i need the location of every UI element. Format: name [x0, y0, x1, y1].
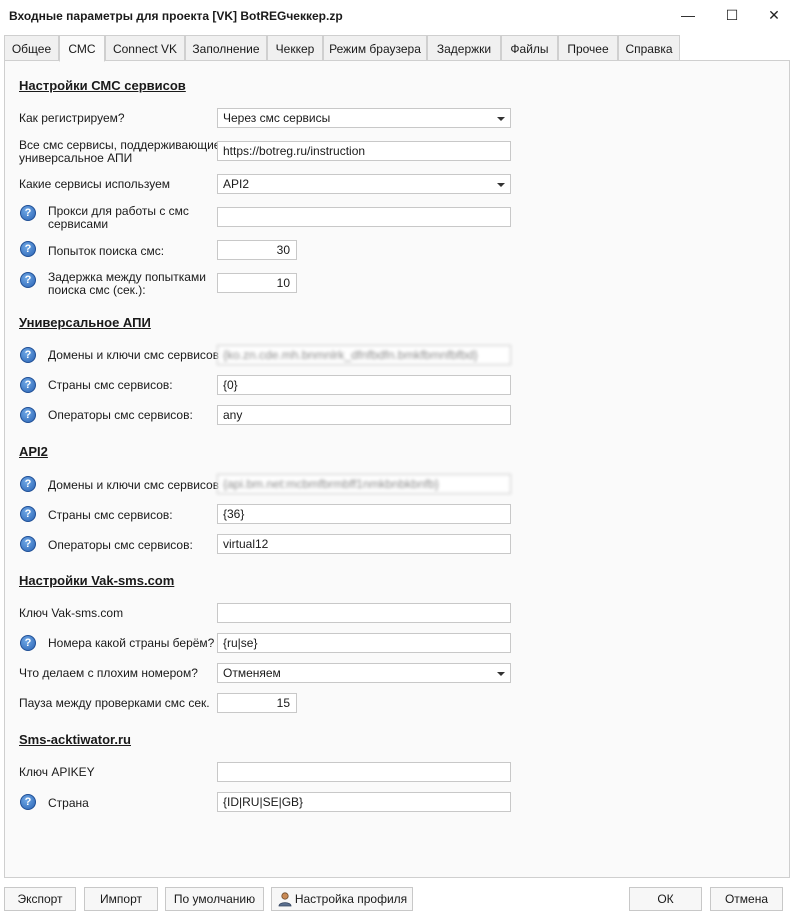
help-icon[interactable]: ? [20, 377, 36, 393]
act-country-label: Страна [48, 796, 89, 810]
act-country-field[interactable]: {ID|RU|SE|GB} [217, 792, 511, 812]
profile-settings-button[interactable]: Настройка профиля [271, 887, 413, 911]
help-icon[interactable]: ? [20, 407, 36, 423]
api2-countries-label: Страны смс сервисов: [48, 508, 173, 522]
attempts-label: Попыток поиска смс: [48, 244, 165, 258]
tab-connect-vk[interactable]: Connect VK [105, 35, 185, 61]
section-sms-activator: Sms-acktiwator.ru [19, 732, 131, 747]
vak-bad-number-value: Отменяем [223, 666, 281, 680]
services-used-label: Какие сервисы используем [19, 177, 171, 191]
services-used-value: API2 [223, 177, 250, 191]
delay-label: Задержка между попытками поиска смс (сек… [48, 271, 206, 297]
act-key-label: Ключ APIKEY [19, 765, 95, 779]
vak-country-label: Номера какой страны берём? [48, 636, 215, 650]
ua-operators-label: Операторы смс сервисов: [48, 408, 193, 422]
help-icon[interactable]: ? [20, 476, 36, 492]
import-button[interactable]: Импорт [84, 887, 158, 911]
tab-strip: Общее СМС Connect VK Заполнение Чеккер Р… [4, 35, 790, 62]
vak-bad-number-select[interactable]: Отменяем [217, 663, 511, 683]
vak-bad-number-label: Что делаем с плохим номером? [19, 666, 198, 680]
profile-settings-label: Настройка профиля [294, 892, 408, 906]
cancel-button[interactable]: Отмена [710, 887, 783, 911]
tab-other[interactable]: Прочее [558, 35, 618, 61]
tab-fill[interactable]: Заполнение [185, 35, 267, 61]
proxy-field[interactable] [217, 207, 511, 227]
chevron-down-icon [497, 183, 505, 187]
tab-checker[interactable]: Чеккер [267, 35, 323, 61]
tab-help[interactable]: Справка [618, 35, 680, 61]
attempts-field[interactable]: 30 [217, 240, 297, 260]
section-vak-sms: Настройки Vak-sms.com [19, 573, 175, 588]
title-bar: Входные параметры для проекта [VK] BotRE… [0, 0, 794, 32]
minimize-button[interactable]: — [666, 0, 710, 30]
api2-domains-label: Домены и ключи смс сервисов: [48, 478, 223, 492]
help-icon[interactable]: ? [20, 506, 36, 522]
tab-browser-mode[interactable]: Режим браузера [323, 35, 427, 61]
tab-general[interactable]: Общее [4, 35, 59, 61]
chevron-down-icon [497, 117, 505, 121]
help-icon[interactable]: ? [20, 272, 36, 288]
section-sms-settings: Настройки СМС сервисов [19, 78, 186, 93]
help-icon[interactable]: ? [20, 536, 36, 552]
ua-domains-label: Домены и ключи смс сервисов: [48, 348, 223, 362]
delay-label-line2: поиска смс (сек.): [48, 283, 146, 297]
proxy-label-line1: Прокси для работы с смс [48, 204, 189, 218]
export-button[interactable]: Экспорт [4, 887, 76, 911]
proxy-label: Прокси для работы с смс сервисами [48, 205, 189, 231]
window-title: Входные параметры для проекта [VK] BotRE… [9, 9, 343, 23]
tab-files[interactable]: Файлы [501, 35, 558, 61]
user-profile-icon [278, 892, 292, 907]
api2-operators-label: Операторы смс сервисов: [48, 538, 193, 552]
delay-label-line1: Задержка между попытками [48, 270, 206, 284]
vak-key-field[interactable] [217, 603, 511, 623]
tab-delays[interactable]: Задержки [427, 35, 501, 61]
help-icon[interactable]: ? [20, 347, 36, 363]
defaults-button[interactable]: По умолчанию [165, 887, 264, 911]
vak-pause-field[interactable]: 15 [217, 693, 297, 713]
all-services-field[interactable]: https://botreg.ru/instruction [217, 141, 511, 161]
tab-sms[interactable]: СМС [59, 35, 105, 62]
help-icon[interactable]: ? [20, 241, 36, 257]
section-api2: API2 [19, 444, 48, 459]
ua-countries-field[interactable]: {0} [217, 375, 511, 395]
api2-countries-field[interactable]: {36} [217, 504, 511, 524]
vak-country-field[interactable]: {ru|se} [217, 633, 511, 653]
vak-key-label: Ключ Vak-sms.com [19, 606, 124, 620]
api2-operators-field[interactable]: virtual12 [217, 534, 511, 554]
api2-domains-field[interactable]: {api.bm.net:mcbmfbrmbff1nmkbnbkbnfb} [217, 474, 511, 494]
ua-domains-field[interactable]: {ko.zn.cde.mh.bnmnlrk_dfnfbdfn.bmkfbmnfb… [217, 345, 511, 365]
all-services-label: Все смс сервисы, поддерживающие универса… [19, 139, 220, 165]
ok-button[interactable]: ОК [629, 887, 702, 911]
act-key-field[interactable] [217, 762, 511, 782]
how-register-value: Через смс сервисы [223, 111, 331, 125]
all-services-label-line2: универсальное АПИ [19, 151, 133, 165]
help-icon[interactable]: ? [20, 635, 36, 651]
how-register-label: Как регистрируем? [19, 111, 125, 125]
help-icon[interactable]: ? [20, 794, 36, 810]
close-button[interactable]: ✕ [752, 0, 794, 30]
ua-operators-field[interactable]: any [217, 405, 511, 425]
services-used-select[interactable]: API2 [217, 174, 511, 194]
delay-field[interactable]: 10 [217, 273, 297, 293]
ua-countries-label: Страны смс сервисов: [48, 378, 173, 392]
how-register-select[interactable]: Через смс сервисы [217, 108, 511, 128]
vak-pause-label: Пауза между проверками смс сек. [19, 696, 210, 710]
proxy-label-line2: сервисами [48, 217, 109, 231]
help-icon[interactable]: ? [20, 205, 36, 221]
all-services-label-line1: Все смс сервисы, поддерживающие [19, 138, 221, 152]
maximize-button[interactable]: ☐ [710, 0, 754, 30]
chevron-down-icon [497, 672, 505, 676]
section-universal-api: Универсальное АПИ [19, 315, 151, 330]
